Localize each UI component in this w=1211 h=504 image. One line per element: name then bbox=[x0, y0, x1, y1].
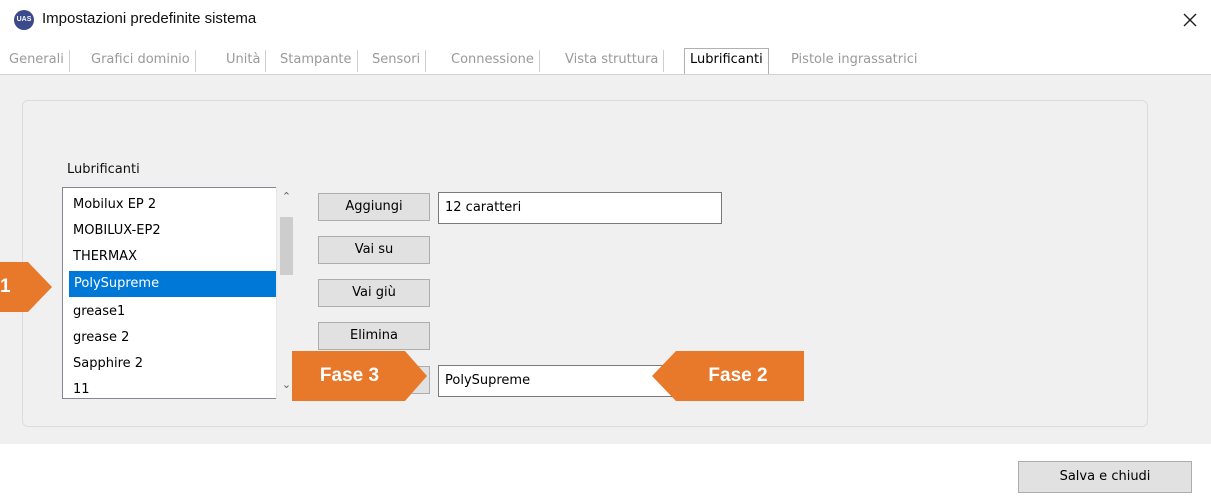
tab-unita[interactable]: Unità bbox=[221, 50, 267, 72]
step-1-callout: 1 bbox=[0, 262, 52, 312]
tab-generali[interactable]: Generali bbox=[4, 50, 70, 72]
window-title: Impostazioni predefinite sistema bbox=[42, 10, 257, 27]
list-item[interactable]: THERMAX bbox=[63, 244, 278, 270]
list-item-selected[interactable]: PolySupreme bbox=[69, 271, 279, 297]
delete-button[interactable]: Elimina bbox=[318, 322, 430, 350]
add-button[interactable]: Aggiungi bbox=[318, 193, 430, 221]
new-lubricant-input[interactable]: 12 caratteri bbox=[438, 192, 722, 224]
app-logo-icon: UAS bbox=[14, 10, 34, 30]
list-item[interactable]: grease1 bbox=[63, 299, 278, 325]
tab-vista-struttura[interactable]: Vista struttura bbox=[560, 50, 665, 72]
tab-grafici-dominio[interactable]: Grafici dominio bbox=[86, 50, 196, 72]
tab-sensori[interactable]: Sensori bbox=[367, 50, 427, 72]
lubricants-list[interactable]: Mobilux EP 2 MOBILUX-EP2 THERMAX PolySup… bbox=[62, 187, 296, 399]
tab-stampante[interactable]: Stampante bbox=[275, 50, 358, 72]
step-3-callout: Fase 3 bbox=[292, 351, 427, 401]
list-item[interactable]: grease 2 bbox=[63, 325, 278, 351]
list-item[interactable]: Mobilux EP 2 bbox=[63, 192, 278, 218]
tab-bar: Generali Grafici dominio Unità Stampante… bbox=[0, 48, 1211, 111]
list-item[interactable]: MOBILUX-EP2 bbox=[63, 218, 278, 244]
close-button[interactable] bbox=[1176, 6, 1204, 34]
title-bar: UAS Impostazioni predefinite sistema bbox=[0, 0, 1211, 42]
step-2-callout: Fase 2 bbox=[652, 351, 804, 401]
tab-connessione[interactable]: Connessione bbox=[446, 50, 540, 72]
tab-pistole-ingrassatrici[interactable]: Pistole ingrassatrici bbox=[786, 50, 922, 72]
scroll-up-arrow-icon[interactable]: ⌃ bbox=[277, 187, 296, 207]
save-and-close-button[interactable]: Salva e chiudi bbox=[1018, 461, 1192, 493]
list-item[interactable]: 11 bbox=[63, 377, 278, 398]
tab-lubrificanti[interactable]: Lubrificanti bbox=[684, 48, 769, 74]
scroll-thumb[interactable] bbox=[280, 217, 293, 275]
move-down-button[interactable]: Vai giù bbox=[318, 279, 430, 307]
move-up-button[interactable]: Vai su bbox=[318, 236, 430, 264]
list-item[interactable]: Sapphire 2 bbox=[63, 351, 278, 377]
close-icon bbox=[1183, 13, 1197, 27]
lubricants-label: Lubrificanti bbox=[67, 162, 140, 177]
